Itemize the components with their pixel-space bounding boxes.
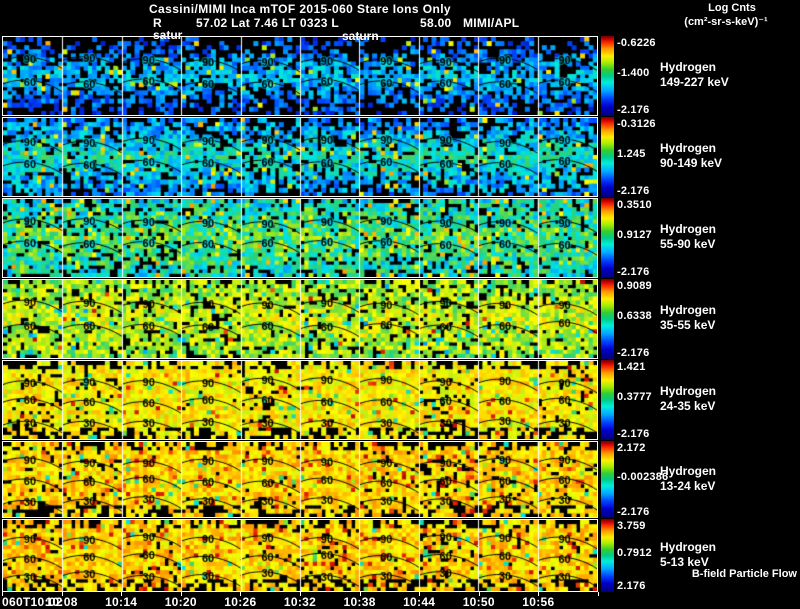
heatmap-canvas-hydrogen-35-55	[3, 280, 597, 358]
colorbar-mid-hydrogen-149-227: -1.400	[617, 67, 650, 79]
colorbar-min-hydrogen-149-227: -2.176	[617, 104, 650, 116]
time-tick-label-9: 10:56	[522, 595, 555, 609]
axis-tick	[419, 592, 420, 596]
energy-label-hydrogen-55-90: 55-90 keV	[660, 237, 716, 251]
colorbar-title-line2: (cm²-sr-s-keV)⁻¹	[684, 16, 768, 28]
colorbar-mid-hydrogen-90-149: 1.245	[617, 148, 646, 160]
colorbar-min-hydrogen-5-13: 2.176	[617, 580, 646, 592]
colorbar-min-hydrogen-55-90: -2.176	[617, 266, 650, 278]
axis-tick	[300, 592, 301, 596]
species-label-hydrogen-5-13: Hydrogen	[660, 539, 717, 554]
colorbar-max-hydrogen-5-13: 3.759	[617, 520, 646, 532]
colorbar-hydrogen-149-227	[601, 36, 614, 116]
axis-tick	[479, 592, 480, 596]
colorbar-max-hydrogen-55-90: 0.3510	[617, 199, 652, 211]
colorbar-max-hydrogen-35-55: 0.9089	[617, 280, 652, 292]
species-label-hydrogen-13-24: Hydrogen	[660, 463, 717, 478]
species-label-hydrogen-55-90: Hydrogen	[660, 222, 717, 236]
axis-tick	[181, 592, 182, 596]
axis-tick	[240, 592, 241, 596]
bfield-particle-flow-label: B-field Particle Flow	[691, 568, 797, 580]
time-tick-label-2: 10:14	[105, 595, 138, 609]
plot-title: Cassini/MIMI Inca mTOF 2015-060 Stare Io…	[148, 2, 451, 16]
energy-label-hydrogen-5-13: 5-13 keV	[660, 554, 709, 569]
colorbar-mid-hydrogen-35-55: 0.6338	[617, 310, 652, 322]
axis-tick	[2, 592, 3, 596]
heatmap-canvas-hydrogen-13-24	[3, 442, 597, 517]
energy-label-hydrogen-90-149: 90-149 keV	[660, 156, 723, 170]
axis-tick	[121, 592, 122, 596]
energy-label-hydrogen-13-24: 13-24 keV	[660, 478, 716, 493]
time-tick-label-3: 10:20	[164, 595, 197, 609]
colorbar-mid-hydrogen-55-90: 0.9127	[617, 229, 652, 241]
satur-direction-label: satur	[153, 28, 183, 42]
panel-hydrogen-55-90	[2, 198, 598, 278]
energy-label-hydrogen-149-227: 149-227 keV	[660, 75, 729, 89]
colorbar-min-hydrogen-24-35: -2.176	[617, 428, 650, 440]
time-tick-label-5: 10:32	[283, 595, 317, 609]
colorbar-title-line1: Log Cnts	[708, 2, 756, 14]
colorbar-hydrogen-90-149	[601, 117, 614, 197]
axis-tick	[62, 592, 63, 596]
colorbar-hydrogen-24-35	[601, 360, 614, 440]
axis-tick	[360, 592, 361, 596]
colorbar-max-hydrogen-24-35: 1.421	[617, 361, 646, 373]
colorbar-min-hydrogen-13-24: -2.176	[617, 506, 650, 518]
panel-hydrogen-24-35	[2, 360, 598, 440]
time-tick-label-8: 10:50	[462, 595, 495, 609]
colorbar-min-hydrogen-35-55: -2.176	[617, 347, 650, 359]
time-tick-label-4: 10:26	[224, 595, 257, 609]
species-label-hydrogen-149-227: Hydrogen	[660, 60, 717, 74]
colorbar-hydrogen-13-24	[601, 441, 614, 518]
panel-hydrogen-35-55	[2, 279, 598, 359]
cassini-mimi-inca-plot: Cassini/MIMI Inca mTOF 2015-060 Stare Io…	[0, 0, 800, 609]
panel-hydrogen-149-227	[2, 36, 598, 116]
heatmap-canvas-hydrogen-5-13	[3, 520, 597, 591]
heatmap-canvas-hydrogen-24-35	[3, 361, 597, 439]
time-tick-label-7: 10:44	[403, 595, 436, 609]
axis-tick	[538, 592, 539, 596]
colorbar-mid-hydrogen-5-13: 0.7912	[617, 546, 652, 559]
species-label-hydrogen-90-149: Hydrogen	[660, 141, 717, 155]
colorbar-hydrogen-55-90	[601, 198, 614, 278]
saturn-direction-label: saturn	[342, 29, 379, 43]
axis-tick	[598, 592, 599, 596]
heatmap-canvas-hydrogen-149-227	[3, 37, 597, 115]
energy-label-hydrogen-35-55: 35-55 keV	[660, 318, 716, 332]
colorbar-hydrogen-35-55	[601, 279, 614, 359]
panel-hydrogen-13-24	[2, 441, 598, 518]
colorbar-max-hydrogen-13-24: 2.172	[617, 442, 646, 454]
agency-label: MIMI/APL	[463, 16, 520, 30]
species-label-hydrogen-24-35: Hydrogen	[660, 384, 717, 398]
colorbar-max-hydrogen-149-227: -0.6226	[617, 37, 656, 49]
panel-hydrogen-90-149	[2, 117, 598, 197]
heatmap-canvas-hydrogen-90-149	[3, 118, 597, 196]
panel-hydrogen-5-13	[2, 519, 598, 592]
colorbar-hydrogen-5-13	[601, 519, 614, 592]
r-lat-lt-values: 57.02 Lat 7.46 LT 0323 L	[196, 16, 340, 30]
colorbar-mid-hydrogen-24-35: 0.3777	[617, 391, 652, 403]
colorbar-min-hydrogen-90-149: -2.176	[617, 185, 650, 197]
time-tick-label-6: 10:38	[343, 595, 376, 609]
species-label-hydrogen-35-55: Hydrogen	[660, 303, 717, 317]
time-tick-label-1: 10:08	[45, 595, 78, 609]
heatmap-canvas-hydrogen-55-90	[3, 199, 597, 277]
colorbar-max-hydrogen-90-149: -0.3126	[617, 118, 656, 130]
l-shell-value: 58.00	[420, 16, 452, 30]
energy-label-hydrogen-24-35: 24-35 keV	[660, 399, 716, 413]
